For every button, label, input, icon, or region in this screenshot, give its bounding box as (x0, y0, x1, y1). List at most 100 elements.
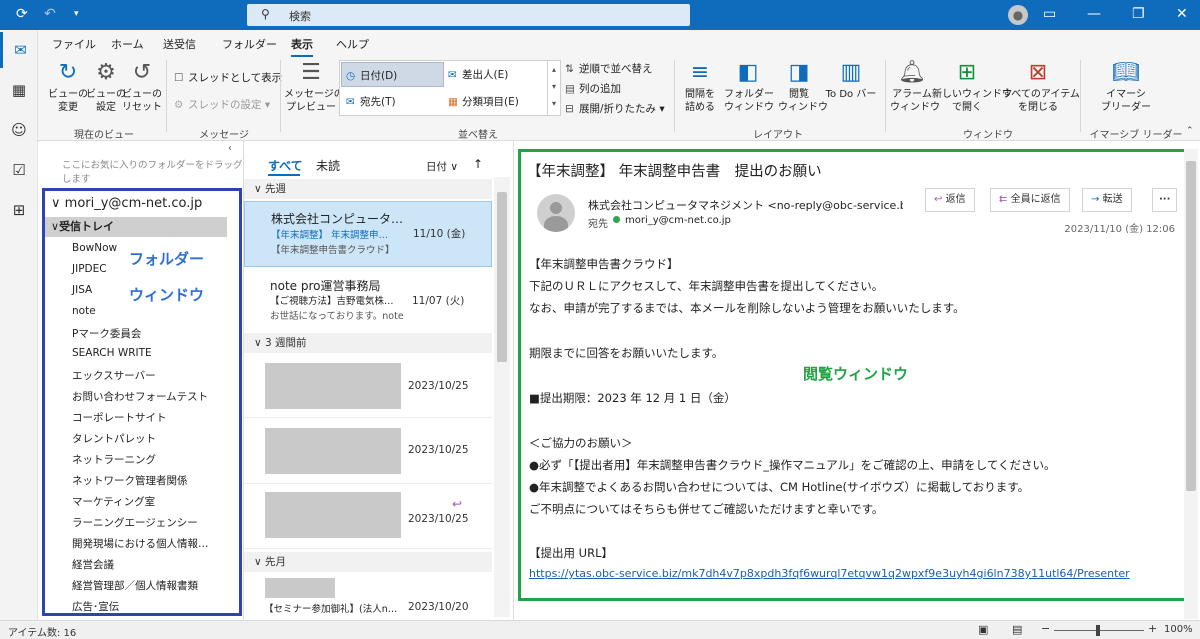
immersive-reader-button[interactable]: 📖︎ イマーシ ブリーダー (1100, 60, 1152, 114)
tab-unread[interactable]: 未読 (316, 157, 340, 174)
sort-dropdown[interactable]: 日付 ∨ (426, 159, 458, 174)
folder-item[interactable]: マーケティング室 (72, 494, 155, 509)
message-from: note pro運営事務局 (270, 279, 381, 293)
folder-item[interactable]: JISA (72, 284, 92, 296)
minimize-icon[interactable]: — (1087, 6, 1101, 22)
folder-item[interactable]: BowNow (72, 242, 117, 254)
message-item[interactable]: note pro運営事務局 【ご視聴方法】吉野電気株… お世話になっております。… (244, 268, 492, 334)
collapse-folder-pane-icon[interactable]: ‹ (228, 143, 232, 154)
tab-file[interactable]: ファイル (52, 36, 96, 52)
folder-item[interactable]: 経営会議 (72, 557, 114, 572)
scrollbar-thumb[interactable] (1186, 161, 1196, 491)
folder-item[interactable]: ネットワーク管理者関係 (72, 473, 188, 488)
zoom-in-icon[interactable]: + (1148, 622, 1157, 635)
sync-icon[interactable]: ⟳ (16, 6, 28, 22)
folder-item[interactable]: 経営管理部／個人情報書類 (72, 578, 198, 593)
reply-button[interactable]: ↩ 返信 (925, 188, 975, 212)
message-item[interactable]: ↩ 2023/10/25 (244, 485, 492, 549)
tab-all[interactable]: すべて (268, 157, 303, 174)
tab-home[interactable]: ホーム (111, 36, 144, 52)
calendar-icon[interactable]: ▦ (0, 72, 38, 108)
reading-view-icon[interactable]: ▤ (1012, 623, 1022, 636)
folder-item[interactable]: タレントパレット (72, 431, 156, 446)
folder-item[interactable]: 広告･宣伝 (72, 599, 119, 614)
search-input[interactable]: 検索 (289, 8, 311, 24)
avatar[interactable]: ● (1008, 5, 1028, 25)
view-settings-button[interactable]: ⚙ ビューの 設定 (86, 60, 126, 114)
message-item[interactable]: 【セミナー参加御礼】(法人n… 2023/10/20 (244, 574, 492, 620)
view-reset-button[interactable]: ↺ ビューの リセット (122, 60, 162, 114)
folder-item[interactable]: 開発現場における個人情報… (72, 536, 209, 551)
tab-help[interactable]: ヘルプ (336, 36, 369, 52)
folder-item[interactable]: ラーニングエージェンシー (72, 515, 198, 530)
inbox-folder[interactable]: ∨受信トレイ (45, 217, 227, 237)
message-list-scrollbar[interactable] (494, 177, 510, 617)
forward-button[interactable]: → 転送 (1082, 188, 1132, 212)
ribbon-display-icon[interactable]: ▭ (1043, 6, 1056, 22)
thread-settings-button[interactable]: ⚙ スレッドの設定 ▾ (174, 97, 270, 112)
reminder-window-button[interactable]: 🔔︎ アラーム ウィンドウ (890, 60, 940, 114)
section-header[interactable]: ∨ 3 週間前 (244, 333, 492, 353)
add-column-button[interactable]: ▤ 列の追加 (565, 81, 621, 96)
reply-all-button[interactable]: ⇇ 全員に返信 (990, 188, 1070, 212)
submission-link-text[interactable]: https://ytas.obc-service.biz/mk7dh4v7p8x… (529, 567, 1130, 580)
section-header[interactable]: ∨ 先週 (244, 179, 492, 199)
email-sender[interactable]: 株式会社コンピュータマネジメント <no-reply@obc-service.b… (588, 197, 903, 213)
sort-category-option[interactable]: ▦ 分類項目(E) (448, 94, 519, 109)
folder-item[interactable]: SEARCH WRITE (72, 347, 152, 359)
reading-pane-scrollbar[interactable] (1184, 149, 1198, 619)
submission-link[interactable]: https://ytas.obc-service.biz/mk7dh4v7p8x… (529, 567, 1175, 580)
message-preview-button[interactable]: ☰ メッセージの プレビュー (284, 60, 344, 114)
message-item[interactable]: 2023/10/25 (244, 354, 492, 418)
section-header[interactable]: ∨ 先月 (244, 552, 492, 572)
folder-item[interactable]: JIPDEC (72, 263, 107, 275)
zoom-out-icon[interactable]: − (1041, 622, 1050, 635)
expand-collapse-button[interactable]: ⊟ 展開/折りたたみ ▾ (565, 101, 665, 116)
folder-pane: ‹ ここにお気に入りのフォルダーをドラッグします ∨ mori_y@cm-net… (38, 141, 244, 620)
folder-item[interactable]: Pマーク委員会 (72, 326, 141, 341)
reading-pane-button[interactable]: ◨ 閲覧 ウィンドウ (778, 60, 828, 114)
tab-send-receive[interactable]: 送受信 (163, 36, 196, 52)
scrollbar-thumb[interactable] (497, 192, 507, 362)
message-item[interactable]: 2023/10/25 (244, 420, 492, 484)
reverse-sort-button[interactable]: ⇅ 逆順で並べ替え (565, 61, 653, 76)
apps-icon[interactable]: ⊞ (0, 192, 38, 228)
close-all-items-button[interactable]: ⊠ すべてのアイテム を閉じる (1002, 60, 1080, 114)
sort-from-option[interactable]: ✉ 差出人(E) (448, 67, 508, 82)
more-actions-button[interactable]: ··· (1152, 188, 1178, 212)
folder-item[interactable]: コーポレートサイト (72, 410, 167, 425)
thread-checkbox[interactable]: ☐ スレッドとして表示 (174, 70, 282, 85)
zoom-level[interactable]: 100% (1164, 624, 1193, 635)
compact-spacing-button[interactable]: ≡ 間隔を 詰める (679, 60, 721, 114)
sort-from-label: 差出人(E) (462, 69, 509, 81)
tab-folder[interactable]: フォルダー (222, 36, 277, 52)
sort-to-option[interactable]: ✉ 宛先(T) (346, 94, 396, 109)
folder-item[interactable]: ネットラーニング (72, 452, 156, 467)
undo-icon[interactable]: ↶ (44, 6, 56, 22)
normal-view-icon[interactable]: ▣ (978, 623, 988, 636)
folder-item[interactable]: エックスサーバー (72, 368, 156, 383)
search-box[interactable]: ⚲ 検索 (247, 4, 690, 26)
view-change-label: ビューの 変更 (48, 89, 88, 113)
folder-pane-button[interactable]: ◧ フォルダー ウィンドウ (724, 60, 774, 114)
view-change-button[interactable]: ↻ ビューの 変更 (46, 60, 90, 114)
restore-icon[interactable]: ❐ (1132, 6, 1145, 22)
account-header[interactable]: ∨ mori_y@cm-net.co.jp (51, 196, 202, 211)
sort-direction-icon[interactable]: ↑ (473, 157, 483, 171)
quick-access-dropdown-icon[interactable]: ▾ (74, 6, 79, 22)
zoom-slider-thumb[interactable] (1096, 625, 1100, 636)
new-window-button[interactable]: ⊞ 新しいウィンドウ で開く (932, 60, 1012, 114)
mail-icon[interactable]: ✉ (0, 32, 38, 68)
email-recipient[interactable]: mori_y@cm-net.co.jp (625, 215, 731, 226)
tab-view[interactable]: 表示 (291, 36, 313, 57)
folder-item[interactable]: note (72, 305, 96, 317)
tasks-icon[interactable]: ☑ (0, 152, 38, 188)
sort-date-option[interactable]: ◷ 日付(D) (341, 62, 444, 87)
folder-item[interactable]: お問い合わせフォームテスト (72, 389, 208, 404)
message-item[interactable]: 株式会社コンピュータ… 【年末調整】 年末調整申… 【年末調整申告書クラウド】 … (244, 201, 492, 267)
people-icon[interactable]: ☺ (0, 112, 38, 148)
todo-bar-button[interactable]: ▥ To Do バー (822, 60, 880, 101)
collapse-ribbon-icon[interactable]: ⌃ (1186, 126, 1194, 136)
close-icon[interactable]: ✕ (1176, 6, 1188, 22)
gallery-scroll[interactable]: ▴ ▾ ▾ (547, 61, 560, 115)
